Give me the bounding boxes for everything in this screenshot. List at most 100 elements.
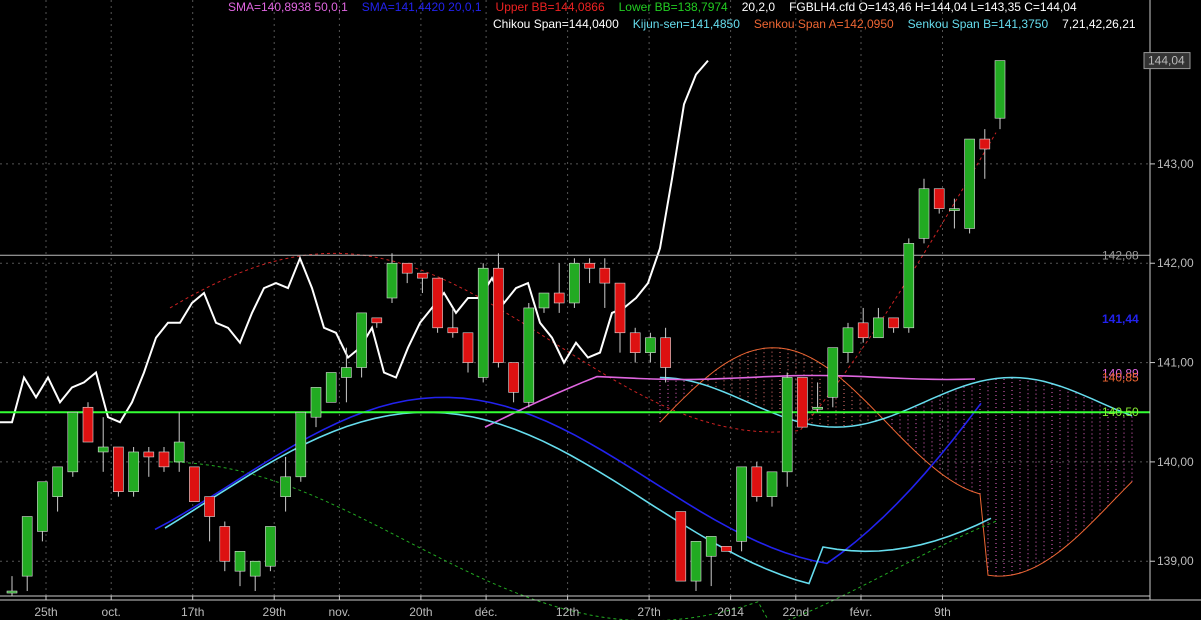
candle-body [173,441,185,463]
candle-body [325,372,337,403]
candle-body [401,262,413,274]
indicator-lines [0,59,1133,620]
candle-body [265,526,276,567]
price-label: 141,44 [1102,312,1139,326]
y-tick-label: 140,00 [1157,455,1194,469]
indicator-legend-line-1: SMA=140,8938 50,0,1 SMA=141,4420 20,0,1 Up… [228,0,1079,14]
price-label: 140,85 [1102,370,1139,384]
candle-body [781,377,793,473]
candle-body [21,516,33,577]
candle-body [660,337,671,368]
indicator-legend-line-2: Chikou Span=144,0400 Kijun-sen=141,4850 Se… [493,17,1138,31]
price-label: 140,50 [1102,405,1139,419]
kijun-sen-line [164,411,992,585]
x-tick-label: 22nd [782,605,809,619]
candle-body [614,282,626,334]
candle-body [417,272,428,279]
x-tick-label: oct. [102,605,121,619]
candle-body [37,481,48,532]
candle-body [933,188,945,209]
candle-body [690,541,702,582]
x-tick-label: 2014 [717,605,744,619]
candle-body [736,466,747,542]
candle-body [538,292,550,309]
candle-body [873,317,884,339]
upper-bb-line [169,132,997,433]
candle-body [204,496,215,517]
x-tick-label: févr. [850,605,873,619]
legend-entry: FGBLH4.cfd O=143,46 H=144,04 L=143,35 C=… [789,0,1077,14]
candle-body [918,188,930,239]
legend-entry: SMA=140,8938 50,0,1 [228,0,348,14]
candle-body [447,327,459,334]
candle-body [569,262,580,304]
candle-body [645,337,656,353]
candle-body [842,327,854,353]
chikou-span-line [0,59,709,424]
legend-entry: Senkou Span A=142,0950 [753,17,894,31]
x-tick-label: 25th [34,605,57,619]
x-axis: 25th oct. 17th 29th nov. 20th déc. 12th 27th 2014… [0,595,1201,619]
candle-body [158,451,170,468]
candle-body [857,322,869,339]
candle-body [113,446,124,493]
candle-body [797,377,808,428]
candle-body [675,511,687,582]
x-tick-label: 27th [637,605,660,619]
legend-entry: SMA=141,4420 20,0,1 [361,0,482,14]
candle-body [964,138,975,229]
x-tick-label: déc. [475,605,498,619]
price-chart[interactable]: 139,00 140,00 141,00 142,00 143,00 25th oct. 1… [0,0,1201,620]
y-axis: 139,00 140,00 141,00 142,00 143,00 [1149,0,1194,600]
legend-entry: 7,21,42,26,21 [1062,17,1136,31]
legend-entry: Lower BB=138,7974 [618,0,728,14]
legend-entry: Senkou Span B=141,3750 [907,17,1049,31]
candle-body [249,560,261,577]
candle-body [432,277,443,329]
candle-body [219,526,231,562]
y-tick-label: 141,00 [1157,356,1194,370]
candle-body [584,262,595,269]
candle-body [356,312,367,368]
candle-body [523,307,535,403]
legend-entry: Kijun-sen=141,4850 [632,17,740,31]
price-label: 144,04 [1148,54,1185,68]
x-tick-label: nov. [329,605,351,619]
candle-body [903,243,915,329]
candle-body [6,590,18,594]
y-tick-label: 143,00 [1157,157,1194,171]
candle-body [189,466,200,502]
candle-body [97,446,109,453]
legend-entry: Chikou Span=144,0400 [493,17,619,31]
y-tick-label: 139,00 [1157,554,1194,568]
candle-body [766,471,778,497]
candle-body [143,451,155,458]
x-tick-label: 17th [181,605,204,619]
candle-body [599,267,611,284]
candle-body [751,466,763,497]
candle-body [371,317,383,324]
candle-body [827,347,839,398]
candle-body [82,406,94,443]
candle-body [812,406,823,410]
candle-body [280,476,291,497]
candle-body [949,208,960,211]
candle-body [477,267,489,378]
candle-body [128,451,139,493]
candle-body [994,60,1006,119]
y-tick-label: 142,00 [1157,256,1194,270]
x-tick-label: 29th [263,605,286,619]
candle-body [629,332,641,353]
candle-body [721,546,732,552]
candle-body [888,317,899,329]
candle-body [234,550,246,572]
legend-entry: Upper BB=144,0866 [495,0,605,14]
candle-body [462,332,474,363]
candle-body [705,536,717,557]
candle-body [310,387,322,418]
x-tick-label: 9th [934,605,951,619]
sma-50-line [484,374,976,428]
x-tick-label: 12th [556,605,579,619]
x-tick-label: 20th [409,605,432,619]
candle-body [508,362,519,393]
